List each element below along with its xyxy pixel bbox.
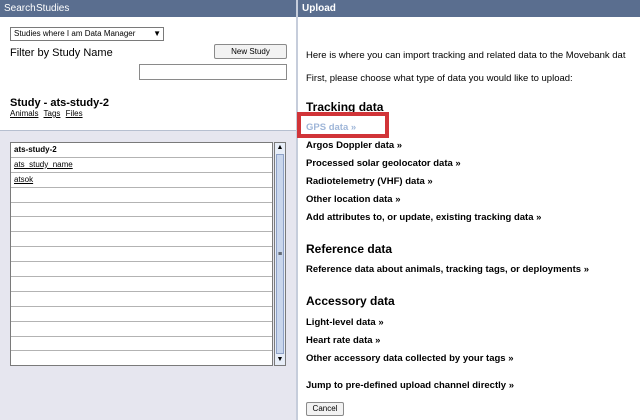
files-link[interactable]: Files [66,109,83,118]
radiotelemetry-data-link[interactable]: Radiotelemetry (VHF) data » [306,176,433,187]
upload-title: Upload [302,3,336,14]
study-scope-select[interactable]: Studies where I am Data Manager ▼ [10,27,164,41]
scroll-thumb[interactable]: ≡ [276,154,284,354]
highlight-annotation [297,112,389,138]
update-tracking-data-link[interactable]: Add attributes to, or update, existing t… [306,212,541,223]
list-item [11,217,272,233]
upload-panel: Upload Here is where you can import trac… [298,0,640,420]
accessory-data-heading: Accessory data [306,294,395,308]
chevron-down-icon: ▼ [153,29,161,38]
new-study-button[interactable]: New Study [214,44,287,59]
scroll-up-icon[interactable]: ▲ [275,143,285,153]
list-item [11,307,272,322]
list-item[interactable]: ats-study-2 [11,143,272,158]
argos-doppler-data-link[interactable]: Argos Doppler data » [306,140,402,151]
study-browser-panel: Search Studies Studies where I am Data M… [0,0,296,420]
animals-link[interactable]: Animals [10,109,38,118]
studies-link[interactable]: Studies [36,3,69,14]
intro-instructions: First, please choose what type of data y… [306,73,573,84]
list-item [11,292,272,307]
list-item [11,337,272,352]
jump-to-upload-channel-link[interactable]: Jump to pre-defined upload channel direc… [306,380,514,391]
list-item [11,203,272,218]
solar-geolocator-data-link[interactable]: Processed solar geolocator data » [306,158,461,169]
cancel-button[interactable]: Cancel [306,402,344,416]
list-item [11,232,272,248]
list-item[interactable]: atsok [11,173,272,188]
light-level-data-link[interactable]: Light-level data » [306,317,384,328]
study-links: Animals Tags Files [10,109,86,118]
list-item [11,262,272,278]
study-scope-selected-value: Studies where I am Data Manager [14,29,136,38]
list-item [11,351,272,366]
filter-label: Filter by Study Name [10,47,113,59]
other-location-data-link[interactable]: Other location data » [306,194,401,205]
reference-data-link[interactable]: Reference data about animals, tracking t… [306,264,589,275]
search-link[interactable]: Search [4,3,36,14]
reference-data-heading: Reference data [306,242,393,256]
tags-link[interactable]: Tags [44,109,61,118]
list-item [11,247,272,263]
study-title: Study - ats-study-2 [10,97,110,109]
intro-text: Here is where you can import tracking an… [306,50,626,61]
filter-study-name-input[interactable] [139,64,287,80]
list-item [11,188,272,203]
study-list: ats-study-2 ats_study_name atsok [10,142,273,366]
heart-rate-data-link[interactable]: Heart rate data » [306,335,380,346]
list-item [11,277,272,292]
upload-header-bar: Upload [298,0,640,17]
grip-icon: ≡ [277,251,283,258]
list-item[interactable]: ats_study_name [11,158,272,173]
study-list-scrollbar[interactable]: ▲ ≡ ▼ [274,142,286,366]
left-header-bar: Search Studies [0,0,296,17]
list-item [11,322,272,337]
scroll-down-icon[interactable]: ▼ [275,355,285,365]
other-accessory-data-link[interactable]: Other accessory data collected by your t… [306,353,514,364]
